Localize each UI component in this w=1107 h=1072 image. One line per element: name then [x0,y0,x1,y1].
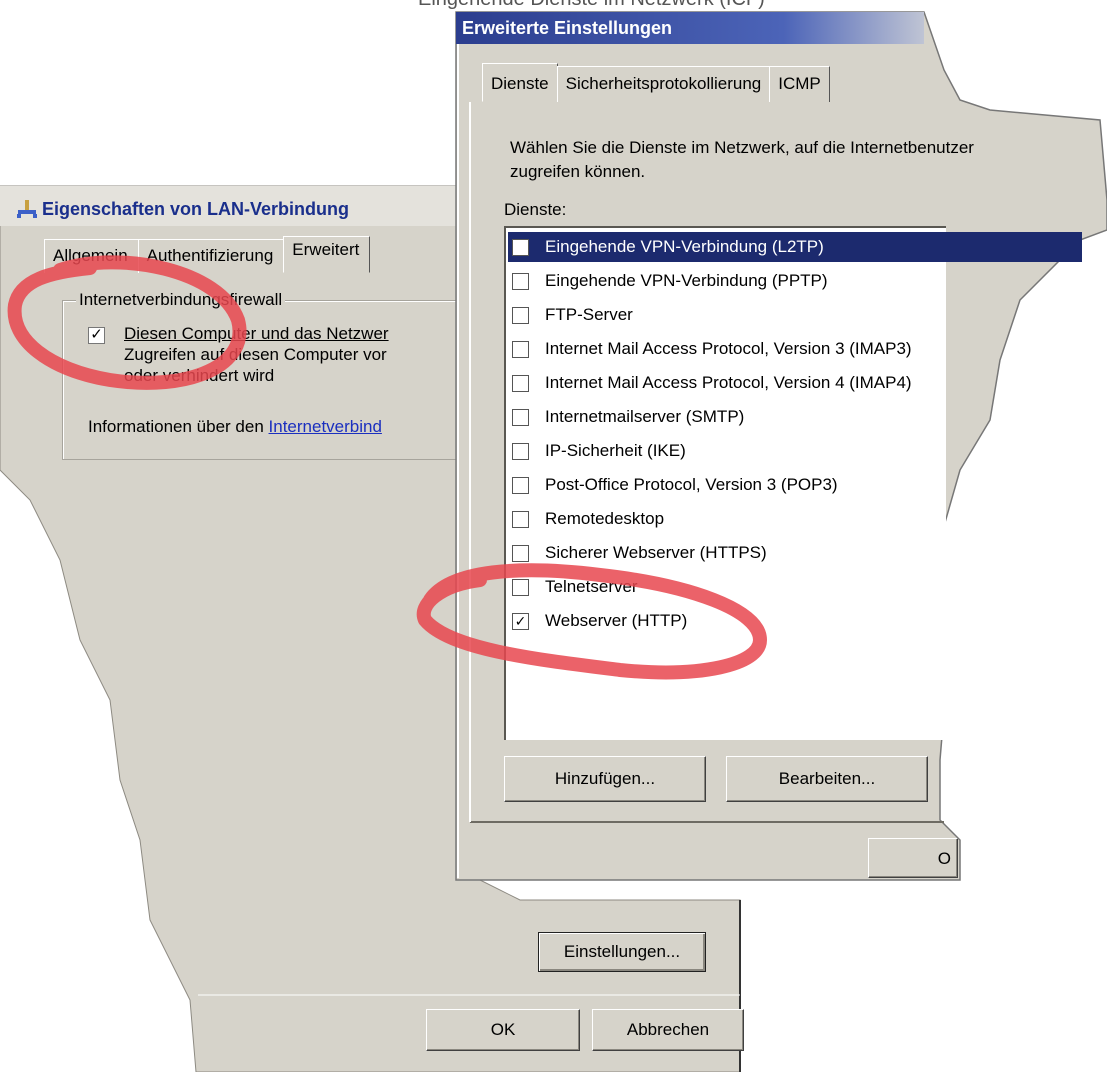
service-row[interactable]: Internetmailserver (SMTP) [512,402,1082,432]
service-row[interactable]: FTP-Server [512,300,1082,330]
service-row[interactable]: Telnetserver [512,572,1082,602]
advanced-dialog-title: Erweiterte Einstellungen [456,12,924,44]
service-label: Remotedesktop [545,509,665,528]
service-row[interactable]: Post-Office Protocol, Version 3 (POP3) [512,470,1082,500]
service-checkbox[interactable] [512,238,529,256]
tab-sicherheitsprotokollierung[interactable]: Sicherheitsprotokollierung [556,66,771,102]
service-label: Webserver (HTTP) [545,611,688,630]
service-label: FTP-Server [545,305,633,324]
service-checkbox[interactable] [512,306,529,324]
service-checkbox[interactable] [512,442,529,460]
instruction-line2: zugreifen können. [510,162,646,181]
service-row[interactable]: Remotedesktop [512,504,1082,534]
service-checkbox[interactable] [512,476,529,494]
service-checkbox[interactable]: ✓ [512,612,529,630]
service-row[interactable]: Eingehende VPN-Verbindung (PPTP) [512,266,1082,296]
service-checkbox[interactable] [512,544,529,562]
advanced-ok-button[interactable]: O [868,838,958,878]
advanced-dialog-tabs: Dienste Sicherheitsprotokollierung ICMP [482,63,830,102]
service-label: Post-Office Protocol, Version 3 (POP3) [545,475,838,494]
service-label: Telnetserver [545,577,638,596]
service-label: IP-Sicherheit (IKE) [545,441,686,460]
instruction-line1: Wählen Sie die Dienste im Netzwerk, auf … [510,138,974,157]
service-checkbox[interactable] [512,510,529,528]
services-list[interactable]: Eingehende VPN-Verbindung (L2TP) Eingehen… [504,226,1082,740]
service-label: Internetmailserver (SMTP) [545,407,745,426]
service-row[interactable]: ✓ Webserver (HTTP) [512,606,1082,636]
add-service-button[interactable]: Hinzufügen... [504,756,706,802]
service-row[interactable]: Internet Mail Access Protocol, Version 3… [512,334,1082,364]
tab-dienste[interactable]: Dienste [482,63,558,102]
services-instruction: Wählen Sie die Dienste im Netzwerk, auf … [510,136,974,184]
service-row[interactable]: Sicherer Webserver (HTTPS) [512,538,1082,568]
tab-icmp[interactable]: ICMP [769,66,830,102]
service-checkbox[interactable] [512,340,529,358]
edit-service-button[interactable]: Bearbeiten... [726,756,928,802]
service-label: Eingehende VPN-Verbindung (PPTP) [545,271,828,290]
service-row[interactable]: Internet Mail Access Protocol, Version 4… [512,368,1082,398]
service-checkbox[interactable] [512,272,529,290]
service-checkbox[interactable] [512,374,529,392]
service-row[interactable]: Eingehende VPN-Verbindung (L2TP) [508,232,1082,262]
service-checkbox[interactable] [512,578,529,596]
service-checkbox[interactable] [512,408,529,426]
service-label: Internet Mail Access Protocol, Version 3… [545,339,912,358]
service-label: Eingehende VPN-Verbindung (L2TP) [545,237,824,256]
service-row[interactable]: IP-Sicherheit (IKE) [512,436,1082,466]
service-label: Sicherer Webserver (HTTPS) [545,543,767,562]
service-label: Internet Mail Access Protocol, Version 4… [545,373,912,392]
services-list-label: Dienste: [504,200,567,219]
